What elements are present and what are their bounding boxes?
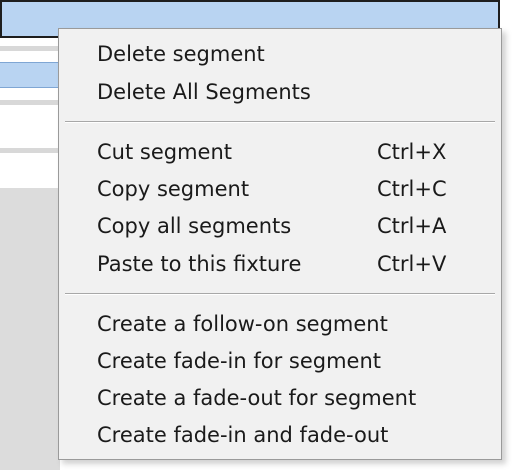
menu-item-label: Create fade-in and fade-out [97,423,389,447]
menu-item-cut-segment[interactable]: Cut segment Ctrl+X [97,135,497,169]
context-menu: Delete segment Delete All Segments Cut s… [58,28,502,460]
menu-item-label: Copy all segments [97,214,292,238]
menu-item-create-fade-in-and-fade-out[interactable]: Create fade-in and fade-out [97,418,497,452]
menu-item-create-fade-out[interactable]: Create a fade-out for segment [97,381,497,415]
menu-item-shortcut: Ctrl+X [377,140,447,164]
menu-item-copy-segment[interactable]: Copy segment Ctrl+C [97,172,497,206]
menu-item-label: Delete All Segments [97,80,311,104]
background-divider [0,46,60,51]
background-divider [0,100,60,105]
menu-item-label: Create a follow-on segment [97,312,388,336]
menu-item-shortcut: Ctrl+V [377,252,447,276]
menu-item-label: Create fade-in for segment [97,349,382,373]
menu-item-delete-all-segments[interactable]: Delete All Segments [97,75,497,109]
menu-item-label: Delete segment [97,42,265,66]
menu-item-label: Create a fade-out for segment [97,386,417,410]
menu-item-label: Copy segment [97,177,250,201]
menu-item-shortcut: Ctrl+A [377,214,447,238]
menu-item-paste-to-fixture[interactable]: Paste to this fixture Ctrl+V [97,247,497,281]
menu-item-create-fade-in[interactable]: Create fade-in for segment [97,344,497,378]
menu-item-create-follow-on-segment[interactable]: Create a follow-on segment [97,307,497,341]
menu-item-delete-segment[interactable]: Delete segment [97,37,497,71]
menu-item-label: Cut segment [97,140,232,164]
background-selected-row [0,62,60,88]
background-divider [0,148,60,153]
menu-separator [65,293,495,295]
menu-item-shortcut: Ctrl+C [377,177,447,201]
background-panel [0,188,60,470]
menu-item-copy-all-segments[interactable]: Copy all segments Ctrl+A [97,209,497,243]
menu-separator [65,121,495,123]
menu-item-label: Paste to this fixture [97,252,302,276]
